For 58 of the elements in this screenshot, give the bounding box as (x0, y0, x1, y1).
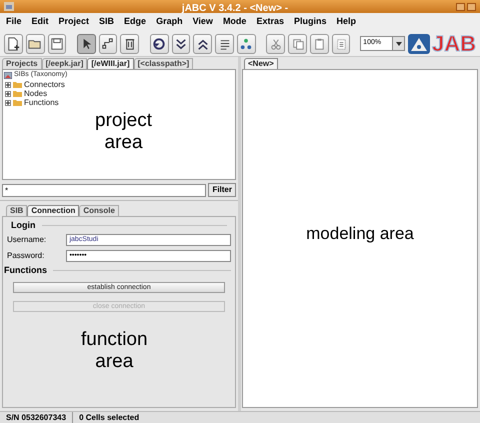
minimize-button[interactable] (456, 2, 465, 10)
logo-wordmark: JAB (432, 32, 476, 54)
logo-icon (408, 34, 430, 54)
annotation-label: modeling area (306, 222, 414, 245)
toolbar-button[interactable] (48, 34, 66, 54)
tab[interactable]: [/eWIII.jar] (87, 58, 134, 69)
toolbar-button[interactable] (236, 34, 256, 54)
username-label: Username: (7, 234, 48, 246)
annotation-label: project area (95, 110, 152, 154)
toolbar-button[interactable] (193, 34, 212, 54)
section-heading: Login (11, 219, 36, 232)
refresh-icon (151, 36, 168, 52)
expand-toggle[interactable] (5, 100, 11, 106)
app-icon (4, 2, 14, 11)
menu-item[interactable]: Mode (222, 15, 246, 29)
status-text: S/N 0532607343 (0, 412, 74, 423)
toolbar-button[interactable] (150, 34, 169, 54)
tab[interactable]: [/eepk.jar] (42, 58, 88, 69)
menu-item[interactable]: Extras (256, 15, 284, 29)
menu-item[interactable]: Graph (156, 15, 183, 29)
menu-item[interactable]: View (192, 15, 213, 29)
toolbar-button[interactable] (98, 34, 118, 54)
tab[interactable]: [<classpath>] (134, 58, 194, 69)
menu-item[interactable]: Project (58, 15, 90, 29)
menu-item[interactable]: Edit (32, 15, 49, 29)
section-heading: Functions (4, 264, 47, 276)
menu-item[interactable]: Edge (124, 15, 146, 29)
tree-item[interactable]: Connectors (24, 78, 65, 90)
expand-toggle[interactable] (5, 90, 11, 96)
filter-field[interactable]: * (2, 184, 206, 196)
filter-button[interactable]: Filter (208, 183, 236, 197)
window-title: jABC V 3.4.2 - <New> - (182, 2, 288, 14)
modeling-canvas[interactable]: modeling area (242, 69, 478, 408)
tab[interactable]: Console (79, 205, 119, 216)
tab[interactable]: Projects (2, 58, 42, 69)
tab[interactable]: SIB (6, 205, 28, 216)
toolbar-button[interactable] (76, 34, 96, 54)
menu-item[interactable]: SIB (99, 15, 114, 29)
password-label: Password: (7, 250, 46, 262)
toolbar-button[interactable] (215, 34, 234, 54)
tree-item[interactable]: Functions (24, 96, 59, 108)
expand-toggle[interactable] (5, 82, 11, 88)
menu-item[interactable]: Help (336, 15, 356, 29)
toolbar-button[interactable] (172, 34, 190, 54)
toolbar-button[interactable] (4, 34, 23, 54)
tab[interactable]: <New> (244, 58, 278, 69)
taxonomy-icon (4, 72, 12, 79)
annotation-label: function area (81, 329, 148, 373)
menu-item[interactable]: Plugins (294, 15, 326, 29)
tree-item[interactable]: Nodes (24, 88, 48, 100)
tab[interactable]: Connection (27, 205, 80, 216)
status-text: 0 Cells selected (78, 412, 140, 423)
toolbar-button[interactable] (26, 34, 45, 54)
maximize-button[interactable] (467, 2, 476, 10)
menu-item[interactable]: File (6, 15, 22, 29)
toolbar-button[interactable] (120, 34, 140, 54)
floppy-icon (48, 36, 65, 52)
caret-icon (396, 42, 402, 46)
